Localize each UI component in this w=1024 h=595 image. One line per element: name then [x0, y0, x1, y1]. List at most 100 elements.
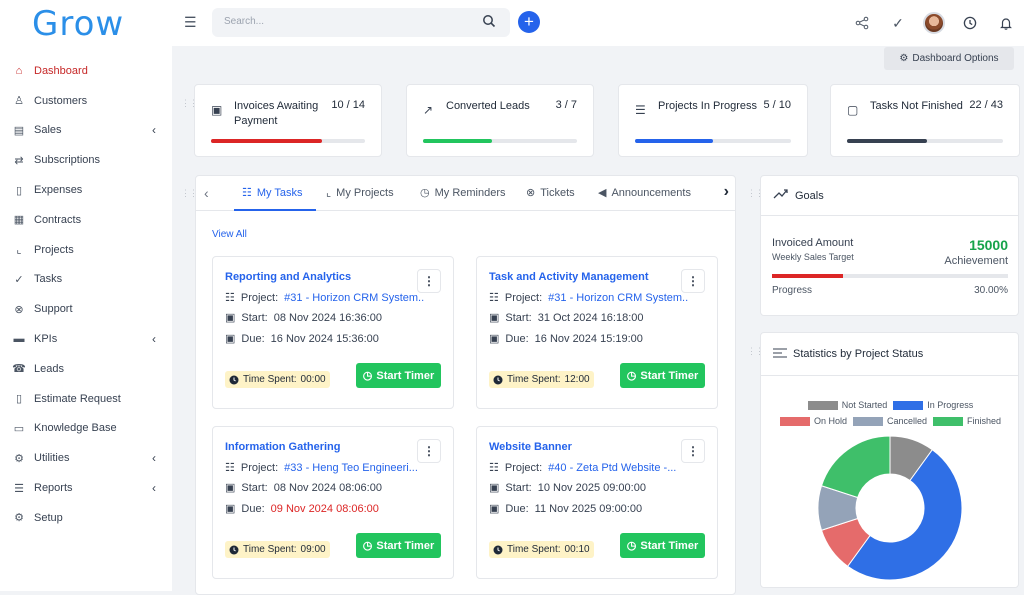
project-link[interactable]: #40 - Zeta Ptd Website -... [548, 462, 676, 474]
chevron-left-icon[interactable]: ‹ [152, 451, 156, 465]
check-circle-icon: ✓ [14, 273, 24, 286]
quick-create-button[interactable]: + [518, 11, 540, 33]
sidebar-item-customers[interactable]: ♙ Customers [0, 86, 172, 116]
stat-title: Invoices Awaiting Payment [234, 100, 319, 127]
sidebar-item-setup[interactable]: ⚙ Setup [0, 503, 172, 533]
goal-achievement-label: Achievement [944, 255, 1008, 267]
more-options-icon[interactable]: ⋮ [417, 269, 441, 293]
sidebar-item-sales[interactable]: ▤ Sales ‹ [0, 116, 172, 146]
stat-card[interactable]: ↗ Converted Leads 3 / 7 [406, 84, 594, 157]
more-options-icon[interactable]: ⋮ [417, 439, 441, 463]
stat-count: 22 / 43 [969, 99, 1003, 111]
task-start: ▣ Start: 10 Nov 2025 09:00:00 [489, 481, 646, 495]
chart-legend: Not Started In Progress [761, 400, 1020, 410]
legend-item[interactable]: On Hold [779, 416, 847, 426]
task-title[interactable]: Website Banner [489, 441, 572, 453]
sidebar-item-projects[interactable]: ⌞ Projects [0, 235, 172, 265]
legend-item[interactable]: Finished [933, 416, 1001, 426]
stat-progress-fill [847, 139, 927, 143]
avatar[interactable] [916, 12, 952, 34]
stat-card[interactable]: ☰ Projects In Progress 5 / 10 [618, 84, 808, 157]
clock-icon: ◷ [626, 540, 637, 552]
chevron-left-icon[interactable]: ‹ [204, 185, 209, 201]
sidebar-item-subscriptions[interactable]: ⇄ Subscriptions [0, 145, 172, 175]
legend-item[interactable]: Not Started [807, 400, 887, 410]
project-link[interactable]: #31 - Horizon CRM System... [284, 292, 425, 304]
task-start: ▣ Start: 31 Oct 2024 16:18:00 [489, 311, 644, 325]
sidebar-item-label: Projects [34, 243, 74, 256]
stat-card[interactable]: ▣ Invoices Awaiting Payment 10 / 14 [194, 84, 382, 157]
sidebar-item-expenses[interactable]: ▯ Expenses [0, 175, 172, 205]
tab-label: My Projects [336, 186, 394, 199]
chevron-left-icon[interactable]: ‹ [152, 481, 156, 495]
start-timer-button[interactable]: ◷ Start Timer [620, 533, 705, 558]
tab-my-reminders[interactable]: ◷ My Reminders [420, 186, 506, 200]
start-timer-button[interactable]: ◷ Start Timer [356, 533, 441, 558]
goal-progress-percent: 30.00% [974, 285, 1008, 296]
task-title[interactable]: Information Gathering [225, 441, 341, 453]
search-icon[interactable] [482, 14, 496, 31]
sidebar-item-knowledge-base[interactable]: ▭ Knowledge Base [0, 414, 172, 444]
chevron-left-icon[interactable]: ‹ [152, 332, 156, 346]
sidebar-item-leads[interactable]: ☎ Leads [0, 354, 172, 384]
folder-icon: ▭ [13, 422, 25, 435]
time-spent-badge: Time Spent: 00:00 [225, 371, 330, 388]
clock-icon[interactable] [952, 16, 988, 30]
sidebar-item-label: Estimate Request [34, 392, 121, 405]
task-due: ▣ Due: 16 Nov 2024 15:19:00 [489, 332, 643, 346]
task-title[interactable]: Reporting and Analytics [225, 271, 351, 283]
sidebar-item-estimate-request[interactable]: ▯ Estimate Request [0, 384, 172, 414]
tab-tickets[interactable]: ⊗ Tickets [526, 186, 575, 200]
sidebar-item-utilities[interactable]: ⚙ Utilities ‹ [0, 443, 172, 473]
task-card: Task and Activity Management ⋮ ☷ Project: #3… [476, 256, 718, 409]
sidebar-item-contracts[interactable]: ▦ Contracts [0, 205, 172, 235]
sidebar-nav: ⌂ Dashboard ♙ Customers ▤ Sales ‹ ⇄ Subscription… [0, 56, 172, 533]
tab-label: Tickets [540, 186, 575, 199]
tab-my-tasks[interactable]: ☷ My Tasks [242, 186, 303, 200]
project-link[interactable]: #31 - Horizon CRM System... [548, 292, 689, 304]
sidebar-item-support[interactable]: ⊗ Support [0, 294, 172, 324]
goal-value: 15000 [969, 237, 1008, 253]
sidebar-item-label: Subscriptions [34, 154, 101, 167]
calendar-icon: ▣ [225, 503, 236, 515]
app-logo[interactable]: Grow [32, 4, 124, 44]
sidebar-item-label: Setup [34, 511, 63, 524]
start-timer-button[interactable]: ◷ Start Timer [356, 363, 441, 388]
task-card: Website Banner ⋮ ☷ Project: #40 - Zeta Ptd W… [476, 426, 718, 579]
tab-announcements[interactable]: ◀ Announcements [598, 186, 691, 200]
checkmark-icon[interactable]: ✓ [880, 15, 916, 32]
share-icon[interactable] [844, 16, 880, 30]
align-left-icon [773, 348, 787, 361]
tab-my-projects[interactable]: ⌞ My Projects [326, 186, 394, 200]
sidebar-item-dashboard[interactable]: ⌂ Dashboard [0, 56, 172, 86]
project-link[interactable]: #33 - Heng Teo Engineeri... [284, 462, 418, 474]
chevron-right-icon[interactable]: › [724, 183, 729, 201]
more-options-icon[interactable]: ⋮ [681, 439, 705, 463]
task-title[interactable]: Task and Activity Management [489, 271, 649, 283]
menu-toggle-icon[interactable]: ☰ [184, 14, 197, 31]
start-timer-button[interactable]: ◷ Start Timer [620, 363, 705, 388]
bell-icon[interactable] [988, 16, 1024, 30]
sidebar-item-tasks[interactable]: ✓ Tasks [0, 265, 172, 295]
task-card: Information Gathering ⋮ ☷ Project: #33 - Hen… [212, 426, 454, 579]
more-options-icon[interactable]: ⋮ [681, 269, 705, 293]
chevron-left-icon[interactable]: ‹ [152, 123, 156, 137]
list-icon: ☷ [489, 292, 499, 304]
view-all-link[interactable]: View All [212, 229, 247, 240]
legend-item[interactable]: Cancelled [852, 416, 927, 426]
legend-item[interactable]: In Progress [893, 400, 973, 410]
stat-progress-bar [423, 139, 577, 143]
sidebar-item-reports[interactable]: ☰ Reports ‹ [0, 473, 172, 503]
donut-slice-finished[interactable] [820, 435, 891, 499]
tab-label: My Reminders [434, 186, 506, 199]
tab-label: My Tasks [256, 186, 303, 199]
sidebar-item-kpis[interactable]: ▬ KPIs ‹ [0, 324, 172, 354]
time-spent-badge: Time Spent: 09:00 [225, 541, 330, 558]
stat-card[interactable]: ▢ Tasks Not Finished 22 / 43 [830, 84, 1020, 157]
calendar-icon: ▣ [489, 333, 500, 345]
sidebar-item-label: Customers [34, 94, 88, 107]
clock-icon: ◷ [362, 370, 373, 382]
search-input[interactable]: Search... [212, 8, 510, 37]
clock-icon: ◷ [420, 187, 430, 199]
dashboard-options-button[interactable]: ⚙ Dashboard Options [884, 47, 1014, 70]
